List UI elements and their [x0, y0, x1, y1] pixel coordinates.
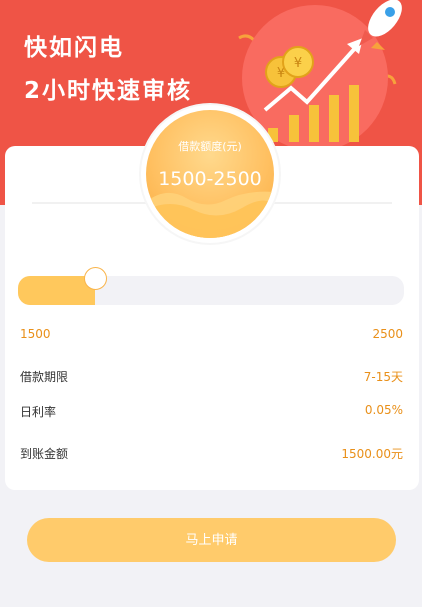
apply-now-button[interactable]: 马上申请 [27, 518, 396, 562]
slider-max-label: 2500 [372, 327, 403, 341]
svg-text:¥: ¥ [294, 56, 302, 71]
amount-slider-thumb[interactable] [84, 267, 107, 290]
loan-term-label: 借款期限 [20, 370, 69, 384]
daily-rate-label: 日利率 [20, 405, 57, 419]
slider-min-label: 1500 [20, 327, 51, 341]
received-amount-value: 1500.00元 [341, 447, 403, 461]
loan-term-value: 7-15天 [363, 370, 403, 384]
received-amount-label: 到账金额 [20, 447, 69, 461]
daily-rate-value: 0.05% [364, 403, 403, 417]
loan-amount-badge: 借款额度(元) 1500-2500 [146, 110, 274, 238]
loan-amount-value: 1500-2500 [158, 168, 262, 190]
hero-subtitle: 2小时快速审核 [24, 78, 193, 104]
loan-amount-label: 借款额度(元) [178, 140, 242, 153]
hero-title: 快如闪电 [24, 35, 124, 61]
